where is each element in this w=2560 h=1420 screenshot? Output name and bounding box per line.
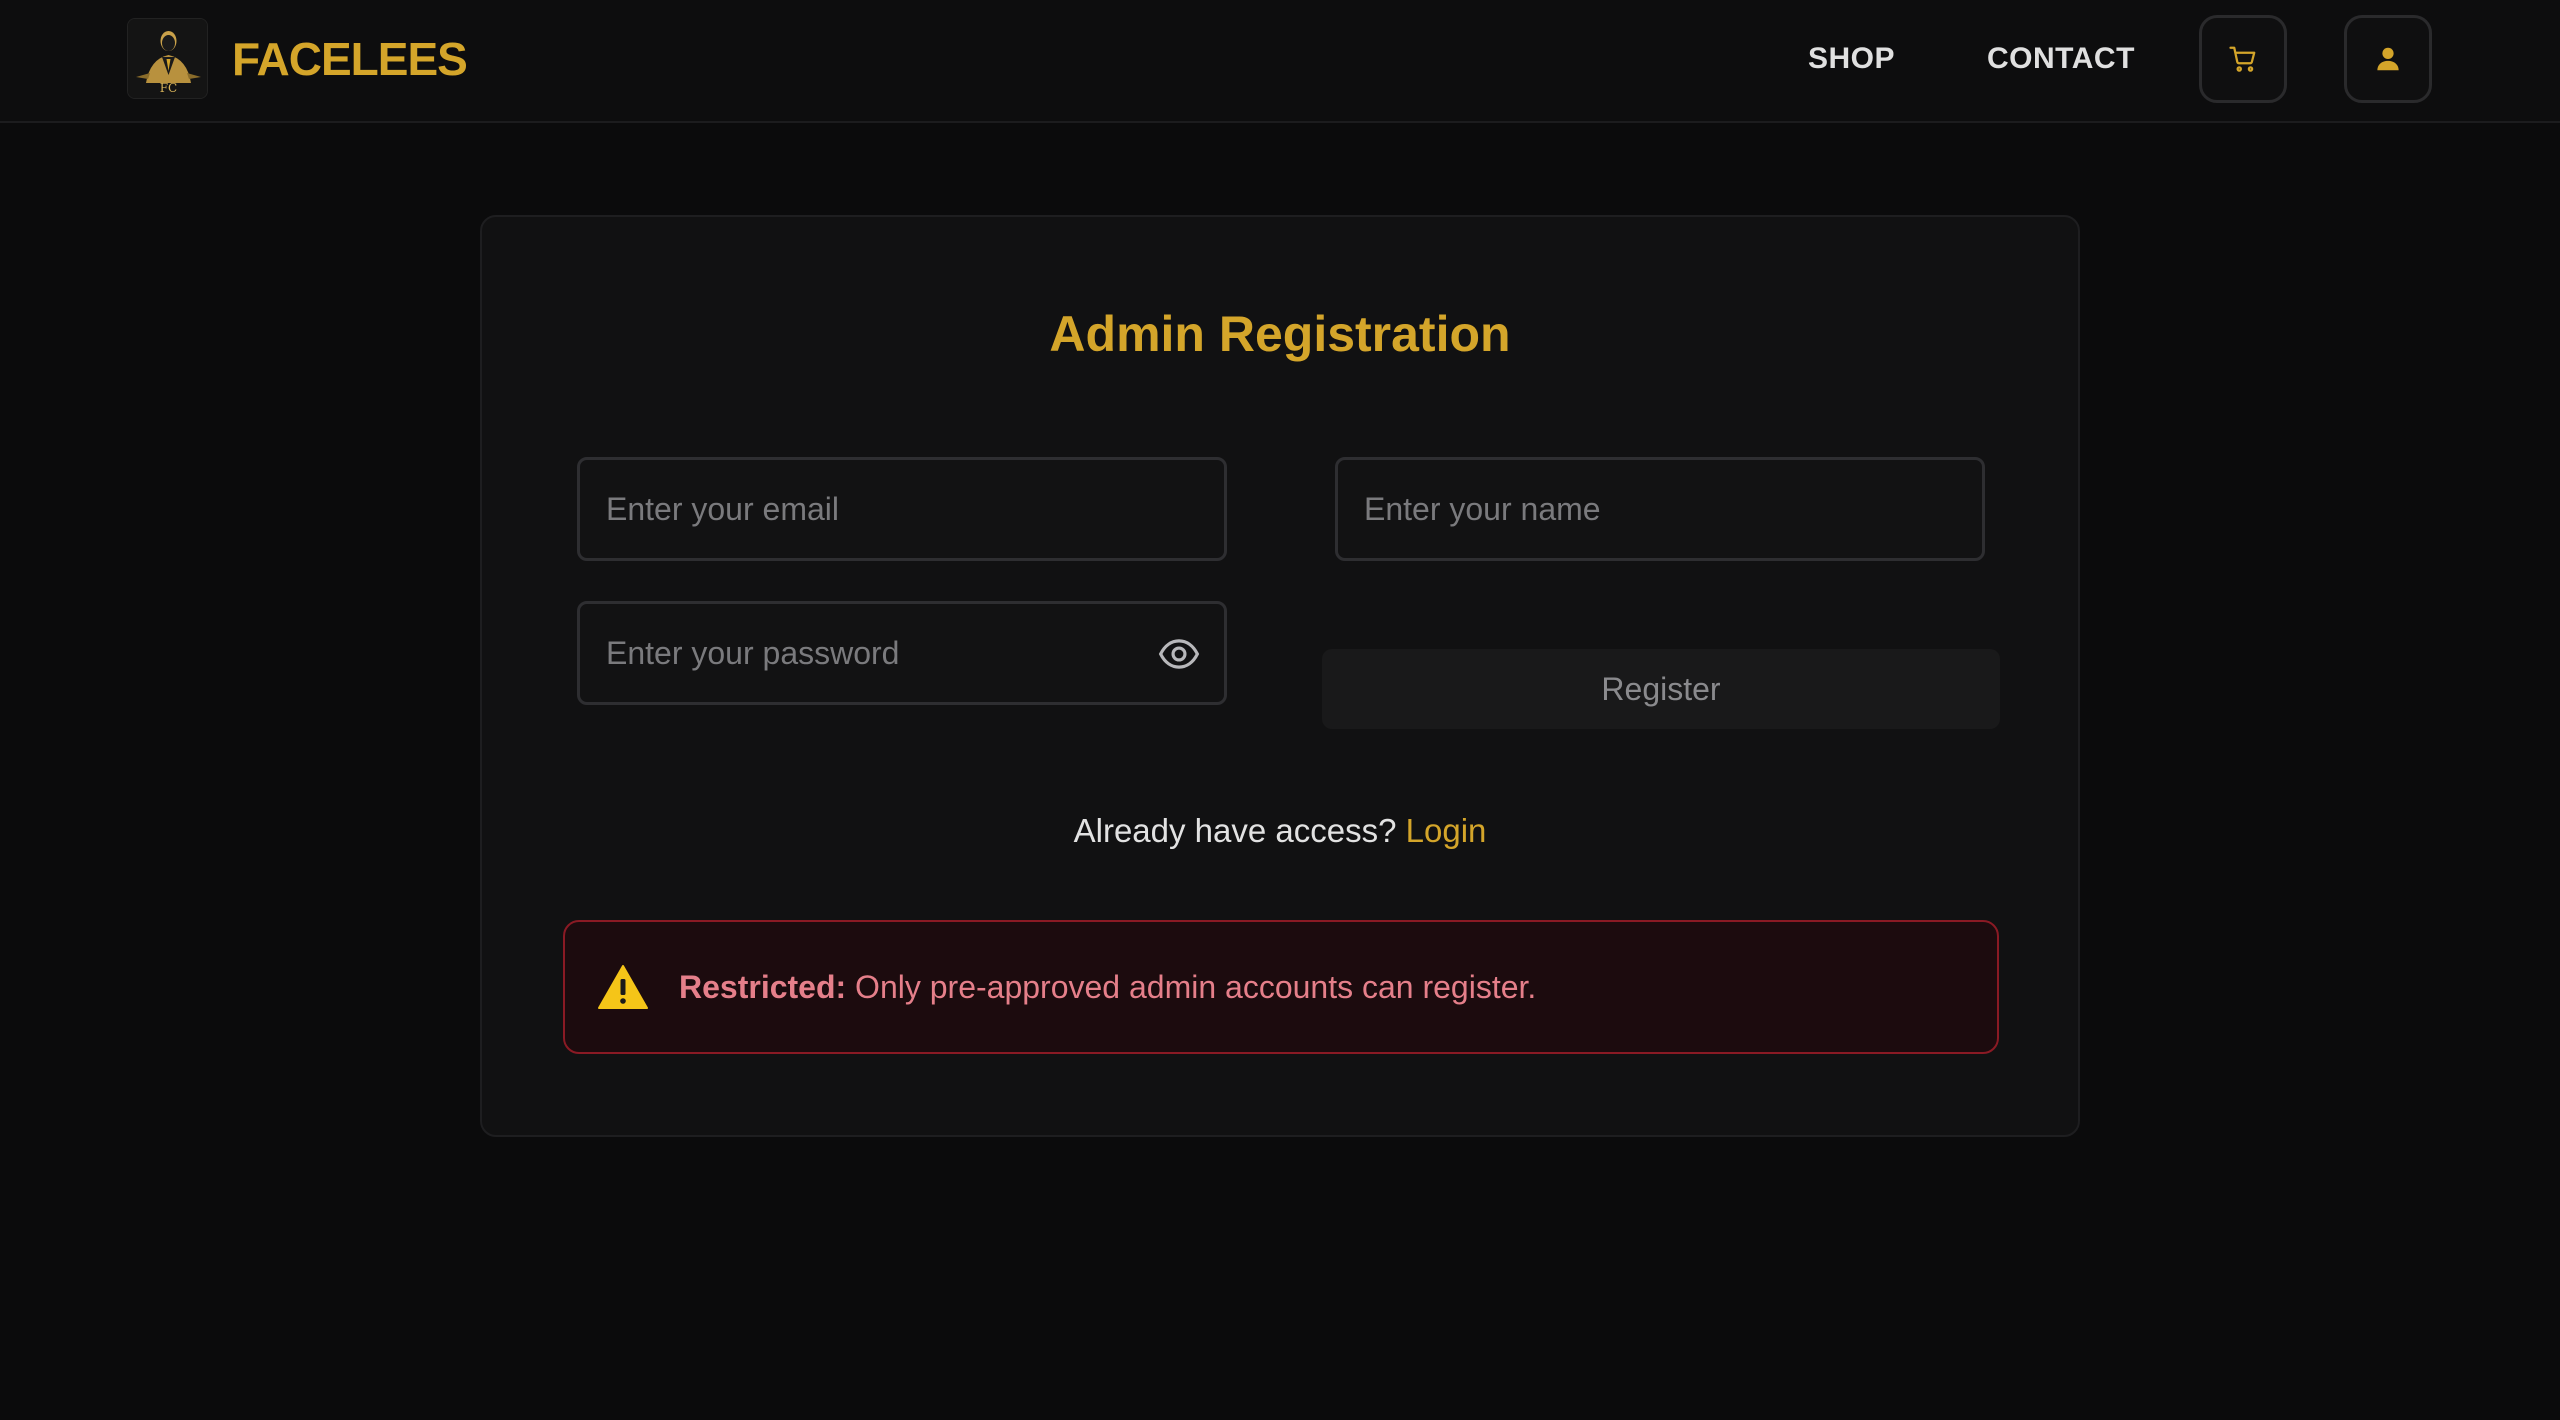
register-button[interactable]: Register [1322,649,2000,729]
brand[interactable]: FC FACELEES [127,18,468,99]
user-account-button[interactable] [2344,15,2432,103]
password-field[interactable] [577,601,1227,705]
suit-man-logo-icon: FC [128,19,207,98]
registration-card: Admin Registration Register Already have… [480,215,2080,1137]
alert-label: Restricted: [679,968,847,1005]
login-link[interactable]: Login [1406,812,1487,849]
name-field[interactable] [1335,457,1985,561]
email-input[interactable] [580,460,1224,558]
email-field[interactable] [577,457,1227,561]
brand-logo: FC [127,18,208,99]
restricted-alert: Restricted: Only pre-approved admin acco… [563,920,1999,1054]
nav-shop-link[interactable]: SHOP [1808,42,1895,76]
show-password-eye-icon[interactable] [1158,636,1200,672]
access-prompt-text: Already have access? [1073,812,1397,849]
user-icon [2377,47,2399,71]
nav-contact-link[interactable]: CONTACT [1987,42,2135,76]
svg-text:FC: FC [160,81,178,95]
cart-button[interactable] [2199,15,2287,103]
login-prompt: Already have access? Login [482,812,2078,850]
cart-icon [2229,46,2256,72]
alert-message: Only pre-approved admin accounts can reg… [846,968,1537,1005]
top-navbar: FC FACELEES SHOP CONTACT [0,0,2560,123]
name-input[interactable] [1338,460,1982,558]
password-input[interactable] [580,604,1224,702]
brand-name: FACELEES [232,32,468,85]
warning-icon [598,965,648,1009]
page-title: Admin Registration [1049,306,1511,362]
alert-text: Restricted: Only pre-approved admin acco… [679,969,1536,1006]
